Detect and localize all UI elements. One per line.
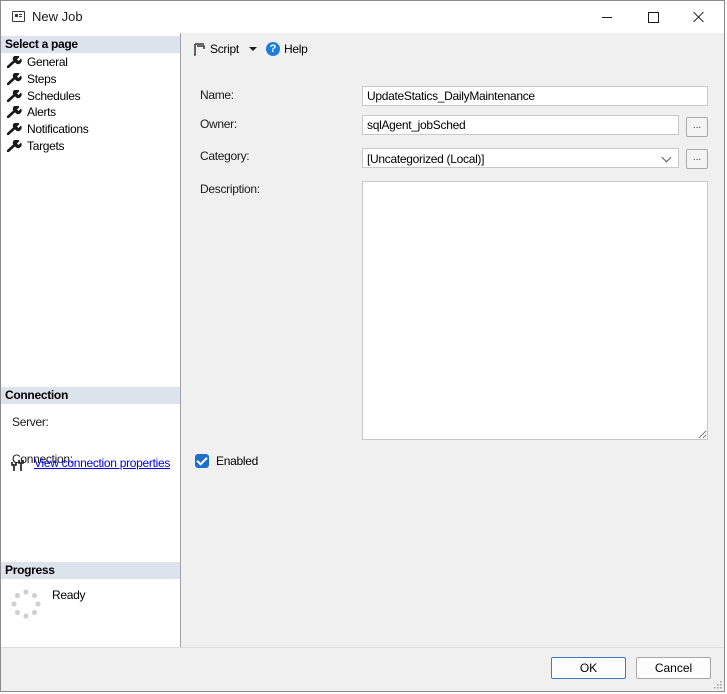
chevron-down-icon — [661, 152, 672, 163]
category-value: [Uncategorized (Local)] — [367, 152, 485, 166]
minimize-icon — [602, 16, 612, 18]
script-icon — [194, 42, 205, 56]
page-label: General — [27, 55, 68, 70]
view-connection-properties-link[interactable]: View connection properties — [34, 456, 170, 470]
left-pane: Select a page General Steps Schedules Al… — [1, 33, 181, 647]
owner-label: Owner: — [200, 117, 237, 131]
description-textarea[interactable] — [362, 181, 708, 440]
name-input[interactable] — [362, 86, 708, 106]
page-list: General Steps Schedules Alerts Notificat… — [7, 54, 89, 154]
name-label: Name: — [200, 88, 234, 102]
maximize-icon — [647, 11, 659, 23]
page-item-schedules[interactable]: Schedules — [7, 87, 88, 104]
enabled-checkbox-row[interactable]: Enabled — [195, 454, 258, 468]
enabled-label: Enabled — [216, 454, 258, 468]
progress-header: Progress — [1, 562, 180, 579]
enabled-checkbox[interactable] — [195, 454, 209, 468]
page-label: Notifications — [27, 122, 89, 137]
page-label: Steps — [27, 72, 57, 87]
category-label: Category: — [200, 149, 250, 163]
page-label: Alerts — [27, 105, 56, 120]
toolbar: Script ? Help — [181, 33, 724, 67]
page-item-steps[interactable]: Steps — [7, 71, 88, 88]
server-label: Server: — [12, 415, 49, 429]
wrench-icon — [7, 123, 22, 136]
progress-spinner-icon — [11, 589, 41, 619]
page-item-targets[interactable]: Targets — [7, 137, 88, 154]
progress-status: Ready — [52, 588, 86, 602]
owner-browse-button[interactable]: ... — [686, 117, 708, 137]
wrench-icon — [7, 56, 22, 69]
script-dropdown-arrow-icon[interactable] — [248, 47, 257, 51]
script-button[interactable]: Script — [193, 42, 257, 56]
category-browse-button[interactable]: ... — [686, 149, 708, 169]
minimize-button[interactable] — [584, 1, 630, 33]
wrench-icon — [7, 89, 22, 102]
resize-grip-icon[interactable] — [712, 679, 722, 689]
window-app-icon — [12, 11, 25, 22]
page-item-alerts[interactable]: Alerts — [7, 104, 88, 121]
bottom-separator — [1, 647, 724, 648]
title-bar: New Job — [1, 1, 724, 33]
close-button[interactable] — [676, 1, 722, 33]
cancel-button[interactable]: Cancel — [636, 657, 711, 679]
page-label: Targets — [27, 138, 65, 153]
help-button[interactable]: ? Help — [266, 42, 308, 56]
window-title: New Job — [32, 9, 83, 24]
close-icon — [693, 11, 705, 23]
page-label: Schedules — [27, 88, 81, 103]
page-item-general[interactable]: General — [7, 54, 88, 71]
category-select[interactable]: [Uncategorized (Local)] — [362, 148, 679, 168]
new-job-dialog: New Job Select a page General Steps Sche… — [0, 0, 725, 692]
owner-input[interactable] — [362, 115, 679, 135]
connection-header: Connection — [1, 387, 180, 404]
ok-button[interactable]: OK — [551, 657, 626, 679]
description-label: Description: — [200, 182, 260, 196]
plug-icon — [11, 460, 24, 471]
help-icon: ? — [266, 42, 280, 56]
help-label: Help — [284, 42, 308, 56]
page-item-notifications[interactable]: Notifications — [7, 121, 89, 138]
wrench-icon — [7, 73, 22, 86]
wrench-icon — [7, 106, 22, 119]
select-page-header: Select a page — [1, 36, 180, 53]
script-label: Script — [210, 42, 239, 56]
maximize-button[interactable] — [630, 1, 676, 33]
wrench-icon — [7, 139, 22, 152]
